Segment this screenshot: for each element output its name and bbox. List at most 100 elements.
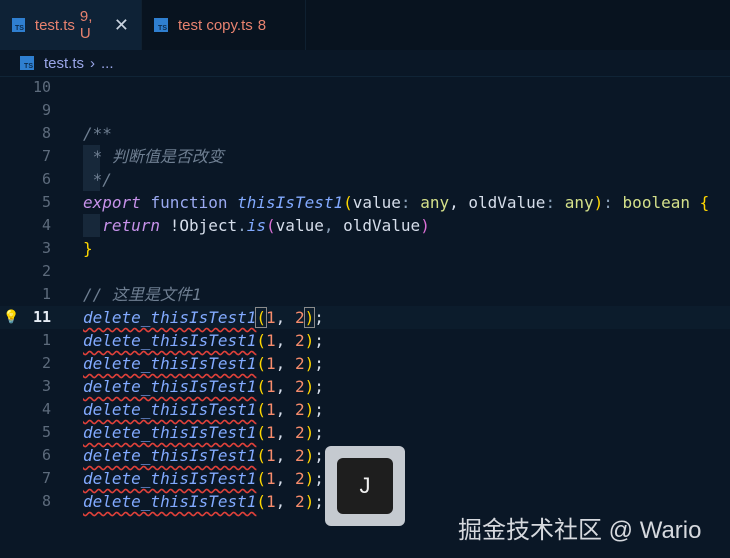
code-line[interactable]: 8 /** (0, 122, 730, 145)
code-token: ) (304, 423, 315, 442)
breadcrumb-symbols[interactable]: ... (101, 55, 114, 72)
code-token: ) (304, 469, 315, 488)
line-number: 4 (41, 400, 51, 418)
code-token: ; (314, 331, 324, 350)
code-token: ( (255, 307, 267, 328)
tab-test-ts[interactable]: TS test.ts 9, U ✕ (0, 0, 142, 50)
code-text: delete_thisIsTest1(1, 2); (83, 329, 324, 352)
code-text: export function thisIsTest1(value: any, … (83, 191, 709, 214)
code-line[interactable]: 3 delete_thisIsTest1(1, 2); (0, 375, 730, 398)
code-token: ) (304, 400, 315, 419)
code-line[interactable]: 6 */ (0, 168, 730, 191)
problem-badge: 9, U (79, 8, 93, 42)
code-token: oldValue (333, 216, 421, 235)
line-number: 5 (41, 193, 51, 211)
code-token: * 判断值是否改变 (83, 147, 224, 166)
tab-label: test.ts (34, 16, 75, 34)
code-token: 1 (266, 377, 276, 396)
typescript-file-icon: TS (12, 18, 25, 32)
line-number: 8 (41, 492, 51, 510)
code-token: 1 (266, 423, 276, 442)
code-line[interactable]: 💡 11 delete_thisIsTest1(1, 2); (0, 306, 730, 329)
code-token: ; (314, 469, 324, 488)
code-line[interactable]: 1 // 这里是文件1 (0, 283, 730, 306)
code-token: delete_thisIsTest1 (83, 331, 257, 350)
code-token: ( (256, 492, 267, 511)
code-line[interactable]: 5 delete_thisIsTest1(1, 2); (0, 421, 730, 444)
code-line[interactable]: 1 delete_thisIsTest1(1, 2); (0, 329, 730, 352)
code-text: delete_thisIsTest1(1, 2); (83, 490, 324, 513)
code-token: is (246, 216, 267, 235)
code-line[interactable]: 3} (0, 237, 730, 260)
tab-test-copy-ts[interactable]: TS test copy.ts 8 (142, 0, 306, 50)
code-token: ; (314, 423, 324, 442)
line-number: 4 (41, 216, 51, 234)
code-token: ( (256, 400, 267, 419)
code-text: * 判断值是否改变 (83, 145, 224, 168)
breadcrumb-file[interactable]: test.ts (44, 55, 84, 72)
code-text: delete_thisIsTest1(1, 2); (83, 421, 324, 444)
keypress-overlay: J (325, 446, 405, 526)
code-token: 2 (294, 331, 305, 350)
chevron-right-icon: › (90, 54, 96, 72)
line-number: 11 (32, 308, 51, 326)
code-token: delete_thisIsTest1 (83, 469, 257, 488)
line-number: 5 (41, 423, 51, 441)
code-token: delete_thisIsTest1 (83, 308, 257, 327)
code-line[interactable]: 2 (0, 260, 730, 283)
code-text: delete_thisIsTest1(1, 2); (83, 398, 324, 421)
code-token: delete_thisIsTest1 (83, 446, 257, 465)
code-token: 1 (266, 400, 276, 419)
code-token: { (699, 193, 710, 212)
code-token: , (275, 492, 295, 511)
code-token: ( (256, 377, 267, 396)
code-token: , (275, 331, 295, 350)
code-token: 1 (266, 354, 276, 373)
code-token: ( (256, 331, 267, 350)
code-text: delete_thisIsTest1(1, 2); (83, 375, 324, 398)
code-token: delete_thisIsTest1 (83, 354, 257, 373)
code-token: delete_thisIsTest1 (83, 400, 257, 419)
line-number: 7 (41, 469, 51, 487)
line-number: 2 (41, 262, 51, 280)
code-token: 2 (294, 400, 305, 419)
code-text: } (83, 237, 93, 260)
code-token: ) (303, 307, 316, 328)
code-token: , (275, 377, 295, 396)
close-icon[interactable]: ✕ (114, 15, 129, 36)
code-line[interactable]: 7 * 判断值是否改变 (0, 145, 730, 168)
line-number: 1 (41, 285, 51, 303)
code-token: thisIsTest1 (237, 193, 344, 212)
code-line[interactable]: 4 delete_thisIsTest1(1, 2); (0, 398, 730, 421)
code-token: ) (304, 492, 315, 511)
code-token: ) (593, 193, 604, 212)
code-line[interactable]: 2 delete_thisIsTest1(1, 2); (0, 352, 730, 375)
code-token: ; (314, 308, 324, 327)
code-line[interactable]: 4 return !Object.is(value, oldValue) (0, 214, 730, 237)
code-token: ( (256, 354, 267, 373)
code-line[interactable]: 5 export function thisIsTest1(value: any,… (0, 191, 730, 214)
code-token: : (400, 193, 411, 212)
code-line[interactable]: 9 (0, 99, 730, 122)
tab-bar: TS test.ts 9, U ✕ TS test copy.ts 8 (0, 0, 730, 50)
code-text: // 这里是文件1 (83, 283, 202, 306)
code-text: /** (83, 122, 112, 145)
code-text: return !Object.is(value, oldValue) (83, 214, 430, 237)
code-text: delete_thisIsTest1(1, 2); (83, 352, 324, 375)
code-token: ; (314, 354, 324, 373)
code-line[interactable]: 10 (0, 76, 730, 99)
problem-badge: 8 (257, 16, 267, 34)
code-token: ( (256, 423, 267, 442)
code-token: ( (343, 193, 353, 212)
line-number: 6 (41, 446, 51, 464)
code-token: , (275, 446, 295, 465)
code-token: , (275, 308, 295, 327)
code-token: /** (83, 124, 112, 143)
code-token: any (564, 193, 594, 212)
code-token: : (603, 193, 613, 212)
line-number: 7 (41, 147, 51, 165)
